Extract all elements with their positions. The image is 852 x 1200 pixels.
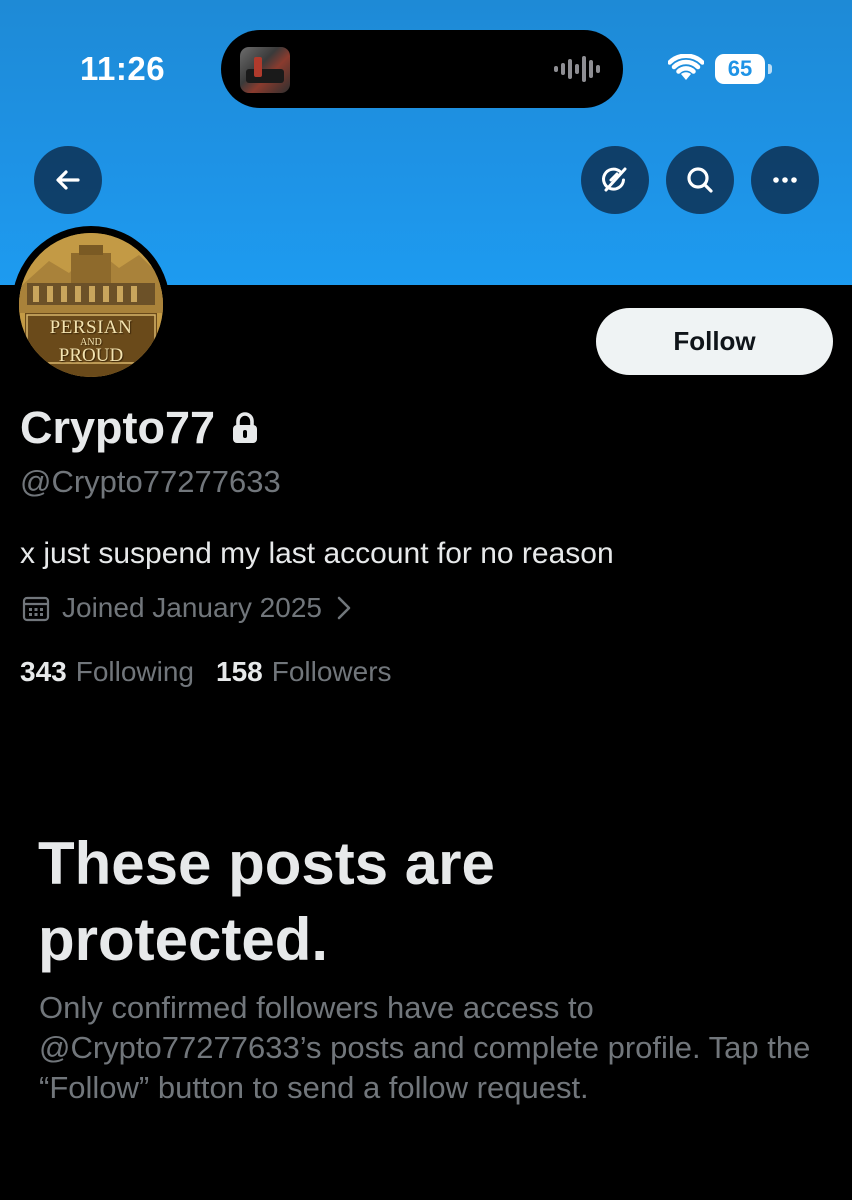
followers-count: 158 xyxy=(216,656,263,687)
wifi-icon xyxy=(668,54,704,80)
followers-stat[interactable]: 158 Followers xyxy=(216,656,392,688)
back-button[interactable] xyxy=(34,146,102,214)
following-label: Following xyxy=(75,656,194,687)
follow-stats: 343 Following 158 Followers xyxy=(20,656,392,688)
chevron-right-icon xyxy=(337,596,351,620)
status-time: 11:26 xyxy=(80,50,166,87)
now-playing-thumbnail xyxy=(240,47,290,93)
grok-icon xyxy=(602,167,627,192)
followers-label: Followers xyxy=(271,656,392,687)
protected-description: Only confirmed followers have access to … xyxy=(39,990,811,1105)
more-options-button[interactable] xyxy=(751,146,819,214)
lock-icon xyxy=(233,412,258,443)
joined-text: Joined January 2025 xyxy=(62,592,322,623)
grok-button[interactable] xyxy=(581,146,649,214)
following-stat[interactable]: 343 Following xyxy=(20,656,194,688)
user-handle: @Crypto77277633 xyxy=(20,464,281,499)
joined-date-link[interactable]: Joined January 2025 xyxy=(22,592,354,624)
battery-indicator: 65 xyxy=(715,54,772,84)
dynamic-island[interactable] xyxy=(221,30,623,108)
follow-button[interactable]: Follow xyxy=(596,308,833,375)
protected-title: These posts are protected. xyxy=(38,830,495,973)
calendar-icon xyxy=(22,596,50,622)
more-horizontal-icon xyxy=(773,177,797,183)
display-name-text: Crypto77 xyxy=(20,402,216,453)
avatar-text-line1: PERSIAN xyxy=(49,317,133,338)
bio: x just suspend my last account for no re… xyxy=(20,537,614,570)
arrow-left-icon xyxy=(56,170,80,190)
avatar[interactable]: PERSIAN AND PROUD xyxy=(19,233,163,377)
search-icon xyxy=(687,167,713,193)
audio-waveform-icon xyxy=(554,56,600,82)
following-count: 343 xyxy=(20,656,67,687)
avatar-text-line3: PROUD xyxy=(58,345,124,366)
display-name: Crypto77 xyxy=(20,402,259,454)
search-button[interactable] xyxy=(666,146,734,214)
